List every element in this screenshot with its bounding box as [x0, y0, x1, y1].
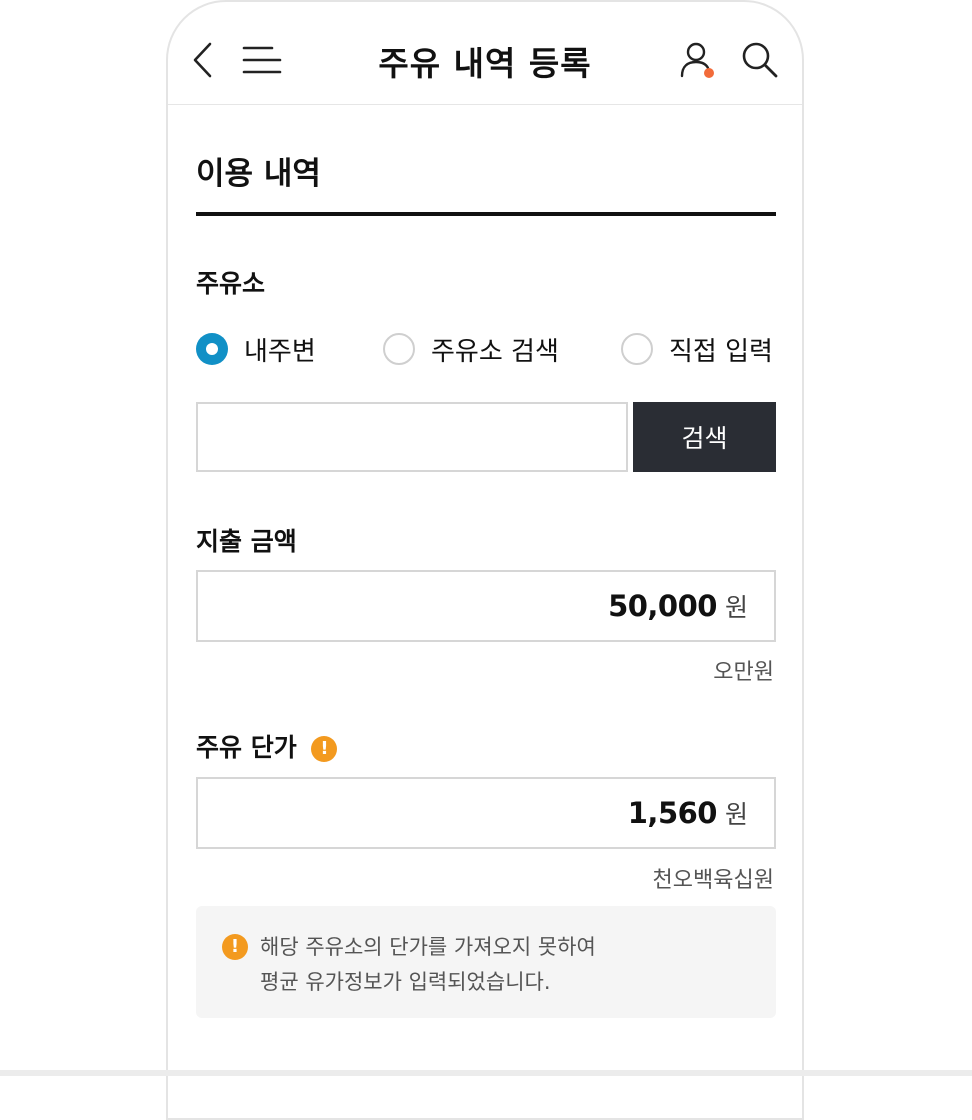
notice-line: 해당 주유소의 단가를 가져오지 못하여 [260, 935, 596, 959]
radio-circle-selected[interactable] [196, 333, 228, 365]
warning-icon[interactable]: ! [311, 736, 338, 762]
phone-frame: 주유 내역 등록 이용 내역 주유소 내주변 주유소 검색 직접 입력 검색 지… [166, 0, 804, 1120]
radio-label: 내주변 [244, 336, 316, 367]
radio-station-search[interactable]: 주유소 검색 [383, 330, 559, 368]
price-amount-value: 1,560 [627, 796, 718, 830]
expense-unit: 원 [724, 593, 748, 622]
search-button[interactable]: 검색 [633, 402, 776, 472]
expense-amount-field[interactable]: 50,000 원 [196, 570, 776, 642]
notification-dot [704, 68, 714, 78]
search-icon[interactable] [740, 40, 780, 80]
price-amount-field[interactable]: 1,560 원 [196, 777, 776, 849]
expense-helper-text: 오만원 [713, 660, 774, 685]
section-title: 이용 내역 [196, 156, 321, 192]
radio-label: 주유소 검색 [431, 336, 559, 367]
bottom-strip [0, 1070, 972, 1076]
user-icon[interactable] [678, 40, 718, 80]
station-label: 주유소 [196, 269, 266, 298]
notice-box: ! 해당 주유소의 단가를 가져오지 못하여 평균 유가정보가 입력되었습니다. [196, 906, 776, 1018]
app-header: 주유 내역 등록 [168, 2, 802, 105]
warning-icon: ! [222, 934, 248, 960]
radio-circle[interactable] [383, 333, 415, 365]
radio-circle[interactable] [621, 333, 653, 365]
price-helper-text: 천오백육십원 [652, 868, 774, 893]
expense-label: 지출 금액 [196, 527, 297, 556]
section-divider [196, 212, 776, 216]
notice-text: 해당 주유소의 단가를 가져오지 못하여 평균 유가정보가 입력되었습니다. [260, 930, 596, 1000]
station-radio-group: 내주변 주유소 검색 직접 입력 [196, 330, 776, 370]
expense-amount-value: 50,000 [608, 589, 717, 623]
notice-line: 평균 유가정보가 입력되었습니다. [260, 970, 551, 994]
price-label: 주유 단가 [196, 733, 297, 762]
price-unit: 원 [724, 800, 748, 829]
price-label-row: 주유 단가 ! [196, 728, 338, 764]
radio-label: 직접 입력 [669, 336, 773, 367]
station-search-input[interactable] [196, 402, 628, 472]
radio-direct-input[interactable]: 직접 입력 [621, 330, 773, 368]
radio-nearby[interactable]: 내주변 [196, 330, 316, 368]
